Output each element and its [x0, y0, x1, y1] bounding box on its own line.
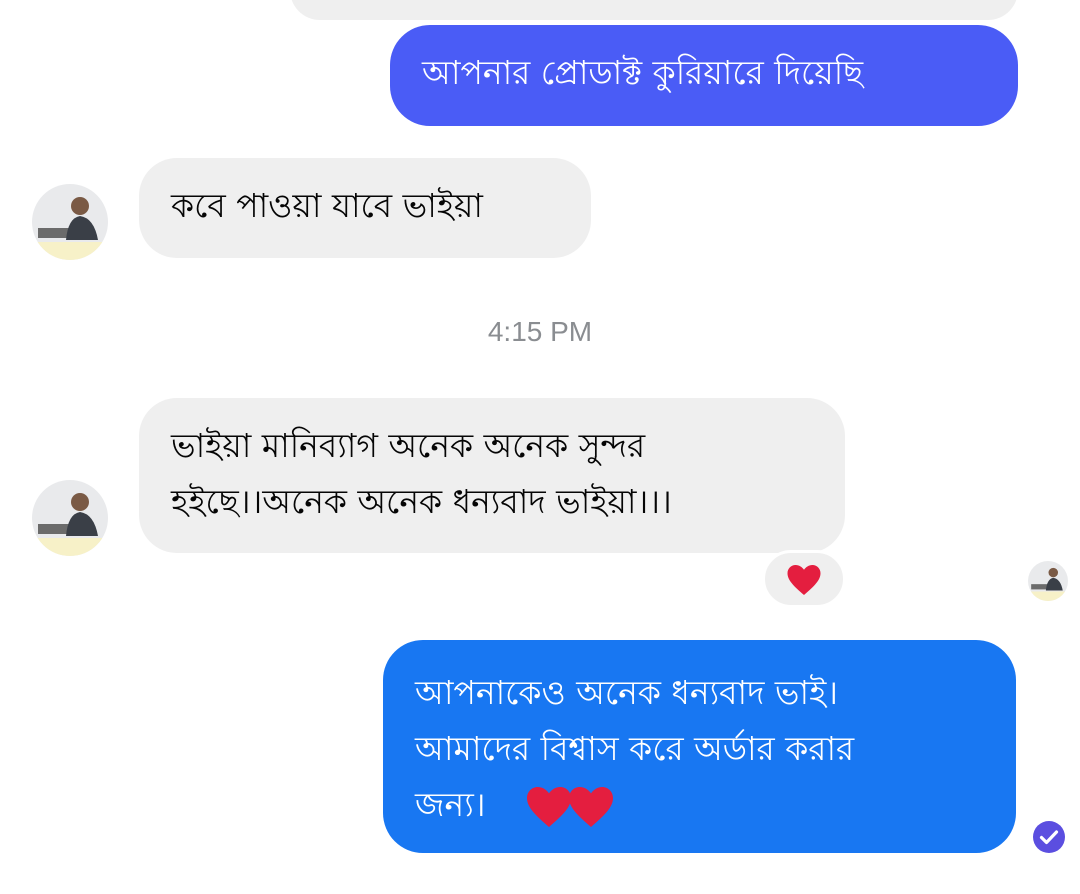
chat-thread[interactable]: আপনার প্রোডাক্ট কুরিয়ারে দিয়েছি কবে পা…	[0, 0, 1080, 894]
contact-avatar[interactable]	[32, 184, 108, 260]
outgoing-message-bubble[interactable]: আপনার প্রোডাক্ট কুরিয়ারে দিয়েছি	[390, 25, 1018, 126]
message-text-line: হইছে।।অনেক অনেক ধন্যবাদ ভাইয়া।।।	[171, 482, 672, 521]
previous-message-bubble[interactable]	[290, 0, 1018, 20]
message-text-line: জন্য।	[415, 777, 1016, 833]
message-text-line: আমাদের বিশ্বাস করে অর্ডার করার	[415, 729, 855, 768]
incoming-message-bubble[interactable]: ভাইয়া মানিব্যাগ অনেক অনেক সুন্দর হইছে।।…	[139, 398, 845, 553]
seen-avatar	[1028, 561, 1068, 601]
heart-emoji-icon	[526, 786, 571, 827]
message-text: জন্য।	[415, 785, 486, 824]
message-text-line: আপনাকেও অনেক ধন্যবাদ ভাই।	[415, 673, 839, 712]
outgoing-message-bubble[interactable]: আপনাকেও অনেক ধন্যবাদ ভাই। আমাদের বিশ্বাস…	[383, 640, 1016, 853]
contact-avatar[interactable]	[32, 480, 108, 556]
message-reaction[interactable]	[762, 550, 846, 608]
message-text-line: ভাইয়া মানিব্যাগ অনেক অনেক সুন্দর	[171, 426, 646, 465]
message-text: আপনার প্রোডাক্ট কুরিয়ারে দিয়েছি	[422, 53, 864, 92]
message-timestamp: 4:15 PM	[487, 316, 593, 347]
incoming-message-bubble[interactable]: কবে পাওয়া যাবে ভাইয়া	[139, 158, 591, 258]
heart-icon	[787, 565, 821, 595]
heart-emoji-icon	[568, 786, 613, 827]
message-text: কবে পাওয়া যাবে ভাইয়া	[171, 186, 483, 225]
check-circle-icon	[1033, 821, 1065, 853]
